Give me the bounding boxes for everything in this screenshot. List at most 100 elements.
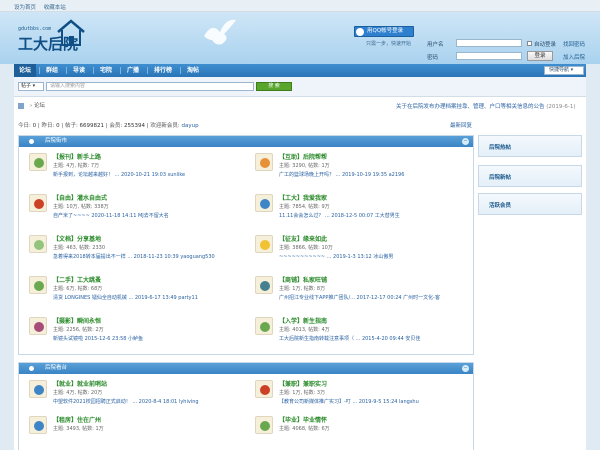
forum-icon[interactable] bbox=[29, 416, 47, 434]
forum-title[interactable]: 【租房】住在广州 bbox=[53, 415, 101, 424]
forum-icon[interactable] bbox=[255, 380, 273, 398]
forum-icon[interactable] bbox=[29, 380, 47, 398]
forum-title[interactable]: 【二手】工大跳蚤 bbox=[53, 275, 101, 284]
latest-replies-link[interactable]: 最新回复 bbox=[450, 121, 472, 129]
forum-item[interactable]: 【征友】缘来如此 主题: 3866, 帖数: 10万 ~~~~~~~~~~~ ...… bbox=[251, 232, 471, 266]
forum-icon[interactable] bbox=[29, 194, 47, 212]
forum-counts: 主题: 463, 帖数: 2330 bbox=[53, 245, 105, 251]
forum-item[interactable]: 【就业】就业前哨站 主题: 4万, 帖数: 20万 中望软件2021校园招聘正式启动… bbox=[25, 377, 245, 411]
sidebar-hot-posts[interactable]: 后院热帖 bbox=[478, 135, 582, 157]
forum-icon[interactable] bbox=[255, 194, 273, 212]
forum-counts: 主题: 3493, 帖数: 1万 bbox=[53, 426, 104, 432]
forum-counts: 主题: 1万, 帖数: 8万 bbox=[279, 286, 326, 292]
forum-last-post[interactable]: 清货 LONGINES 镭仙全自动机械 ... 2019-6-17 13:49 … bbox=[53, 294, 245, 301]
forum-last-post[interactable]: 广州招江专业线下APP推广团队/... 2017-12-17 00:24 广州时… bbox=[279, 294, 471, 301]
forum-icon[interactable] bbox=[255, 276, 273, 294]
forum-title[interactable]: 【自由】灌水自由式 bbox=[53, 193, 107, 202]
forum-counts: 主题: 1万, 帖数: 3万 bbox=[279, 390, 326, 396]
sidebar-new-posts[interactable]: 后院新帖 bbox=[478, 165, 582, 187]
forum-counts: 主题: 6万, 帖数: 68万 bbox=[53, 286, 103, 292]
nav-collections[interactable]: 淘帖 bbox=[181, 64, 205, 77]
nav-home[interactable]: 宅院 bbox=[94, 64, 118, 77]
forum-item[interactable]: 【报刊】新手上路 主题: 4万, 帖数: 7万 新手报到，论坛越来越好！ ... 2… bbox=[25, 150, 245, 184]
section-header: 后院街市 − bbox=[19, 136, 473, 147]
forum-item[interactable]: 【工大】我爱我家 主题: 7854, 帖数: 9万 11.11会会怎么过？ ... … bbox=[251, 191, 471, 225]
forum-title[interactable]: 【入学】新生指南 bbox=[279, 316, 327, 325]
forum-title[interactable]: 【文档】分享基地 bbox=[53, 234, 101, 243]
forum-last-post[interactable]: 11.11会会怎么过？ ... 2018-12-5 00:07 工大替男生 bbox=[279, 212, 471, 219]
forum-item[interactable]: 【商铺】私家旺铺 主题: 1万, 帖数: 8万广州招江专业线下APP推广团队/..… bbox=[251, 273, 471, 307]
set-home-link[interactable]: 设为首页 bbox=[14, 5, 36, 11]
nav-ranking[interactable]: 排行榜 bbox=[148, 64, 178, 77]
forum-title[interactable]: 【兼职】兼职实习 bbox=[279, 379, 327, 388]
auto-login-checkbox[interactable] bbox=[527, 41, 532, 46]
find-password-link[interactable]: 找回密码 bbox=[563, 40, 585, 48]
forum-icon[interactable] bbox=[255, 235, 273, 253]
forum-title[interactable]: 【工大】我爱我家 bbox=[279, 193, 327, 202]
search-type-select[interactable]: 帖子 ▾ bbox=[18, 82, 44, 91]
forum-counts: 主题: 3290, 帖数: 1万 bbox=[279, 163, 330, 169]
forum-icon[interactable] bbox=[29, 235, 47, 253]
section-stand: 后院看台 − 【就业】就业前哨站 主题: 4万, 帖数: 20万 中望软件2021校… bbox=[18, 362, 474, 450]
header: gdutbbs.com 工大后院 用QQ帐号登录 只需一步，快速开始 用户名 自… bbox=[0, 12, 600, 64]
forum-last-post[interactable]: 中望软件2021校园招聘正式启动！ ... 2020-8-4 18:01 lyh… bbox=[53, 398, 245, 405]
house-icon bbox=[57, 19, 85, 46]
forum-item[interactable]: 【互助】后院帮帮 主题: 3290, 帖数: 1万广工的篮球场晚上开吗？ ... … bbox=[251, 150, 471, 184]
collapse-icon[interactable]: − bbox=[462, 365, 469, 372]
search-button[interactable]: 搜 索 bbox=[256, 82, 292, 91]
sidebar-active-members[interactable]: 活跃会员 bbox=[478, 193, 582, 215]
forum-counts: 主题: 3866, 帖数: 10万 bbox=[279, 245, 333, 251]
forum-icon[interactable] bbox=[255, 416, 273, 434]
nav-forum[interactable]: 论坛 bbox=[14, 64, 36, 77]
forum-last-post[interactable]: 工大后院新生指南转载注意事项（ ... 2015-4-20 09:44 安贝佳 bbox=[279, 335, 471, 342]
forum-title[interactable]: 【就业】就业前哨站 bbox=[53, 379, 107, 388]
forum-item[interactable]: 【租房】住在广州 主题: 3493, 帖数: 1万 bbox=[25, 413, 245, 447]
nav-groups[interactable]: 群组 bbox=[40, 64, 64, 77]
password-input[interactable] bbox=[456, 52, 522, 60]
search-input[interactable]: 请输入搜索内容 bbox=[46, 82, 254, 91]
forum-title[interactable]: 【报刊】新手上路 bbox=[53, 152, 101, 161]
forum-last-post[interactable]: 自产米了~~~~ 2020-11-18 14:11 MJ去不留大名 bbox=[53, 212, 245, 219]
add-favorite-link[interactable]: 收藏本站 bbox=[44, 5, 66, 11]
forum-icon[interactable] bbox=[255, 317, 273, 335]
section-icon bbox=[29, 366, 34, 371]
password-label: 密码 bbox=[427, 55, 439, 61]
forum-item[interactable]: 【二手】工大跳蚤 主题: 6万, 帖数: 68万清货 LONGINES 镭仙全自动… bbox=[25, 273, 245, 307]
forum-last-post[interactable]: 急着得来2018转本届提出不一样 ... 2018-11-23 10:39 ya… bbox=[53, 253, 245, 260]
quick-nav-dropdown[interactable]: 快捷导航 ▾ bbox=[544, 66, 584, 75]
forum-title[interactable]: 【互助】后院帮帮 bbox=[279, 152, 327, 161]
login-box: 用QQ帐号登录 只需一步，快速开始 用户名 自动登录 找回密码 密码 登录 加入… bbox=[350, 24, 600, 64]
home-icon[interactable] bbox=[18, 102, 24, 109]
forum-item[interactable]: 【自由】灌水自由式 主题: 10万, 帖数: 338万 自产米了~~~~ 2020-… bbox=[25, 191, 245, 225]
forum-title[interactable]: 【摄影】瞬间永恒 bbox=[53, 316, 101, 325]
forum-last-post[interactable]: 新手报到，论坛越来越好！ ... 2020-10-21 19:03 sunlik… bbox=[53, 171, 245, 178]
forum-last-post[interactable]: 新镜头试镜啦 2015-12-6 23:58 小鲈鱼 bbox=[53, 335, 245, 342]
forum-counts: 主题: 2256, 帖数: 2万 bbox=[53, 327, 104, 333]
forum-title[interactable]: 【毕业】毕业情怀 bbox=[279, 415, 327, 424]
forum-stats: 今日: 0 | 昨日: 0 | 帖子: 6699821 | 会员: 255394… bbox=[18, 123, 199, 129]
nav-broadcast[interactable]: 广播 bbox=[121, 64, 145, 77]
forum-last-post[interactable]: ~~~~~~~~~~~ ... 2019-1-3 13:12 冰山傲男 bbox=[279, 253, 471, 260]
forum-icon[interactable] bbox=[29, 317, 47, 335]
forum-item[interactable]: 【文档】分享基地 主题: 463, 帖数: 2330 急着得来2018转本届提出不一… bbox=[25, 232, 245, 266]
auto-login-label: 自动登录 bbox=[534, 42, 557, 48]
forum-title[interactable]: 【商铺】私家旺铺 bbox=[279, 275, 327, 284]
forum-title[interactable]: 【征友】缘来如此 bbox=[279, 234, 327, 243]
forum-icon[interactable] bbox=[255, 153, 273, 171]
username-input[interactable] bbox=[456, 39, 522, 47]
forum-item[interactable]: 【摄影】瞬间永恒 主题: 2256, 帖数: 2万新镜头试镜啦 2015-12-6… bbox=[25, 314, 245, 348]
search-bar: 帖子 ▾ 请输入搜索内容 搜 索 bbox=[14, 77, 586, 97]
nav-guide[interactable]: 导读 bbox=[67, 64, 91, 77]
login-button[interactable]: 登录 bbox=[527, 51, 553, 61]
forum-item[interactable]: 【入学】新生指南 主题: 4013, 帖数: 4万 工大后院新生指南转载注意事项（ … bbox=[251, 314, 471, 348]
forum-item[interactable]: 【兼职】兼职实习 主题: 1万, 帖数: 3万【教育公司新媒体推广实习】-叮 ..… bbox=[251, 377, 471, 411]
qq-login-button[interactable]: 用QQ帐号登录 bbox=[354, 26, 414, 37]
collapse-icon[interactable]: − bbox=[462, 138, 469, 145]
forum-item[interactable]: 【毕业】毕业情怀 主题: 4068, 帖数: 6万 bbox=[251, 413, 471, 447]
forum-last-post[interactable]: 【教育公司新媒体推广实习】-叮 ... 2019-9-5 15:24 langs… bbox=[279, 398, 471, 405]
forum-last-post[interactable]: 广工的篮球场晚上开吗？ ... 2019-10-19 19:35 a2196 bbox=[279, 171, 471, 178]
announcement[interactable]: 关于在后院发布办理档案挂靠、管理、户口等相关信息的公告 (2019-6-1) bbox=[396, 102, 576, 110]
forum-icon[interactable] bbox=[29, 276, 47, 294]
join-link[interactable]: 加入后院 bbox=[563, 53, 585, 61]
forum-icon[interactable] bbox=[29, 153, 47, 171]
